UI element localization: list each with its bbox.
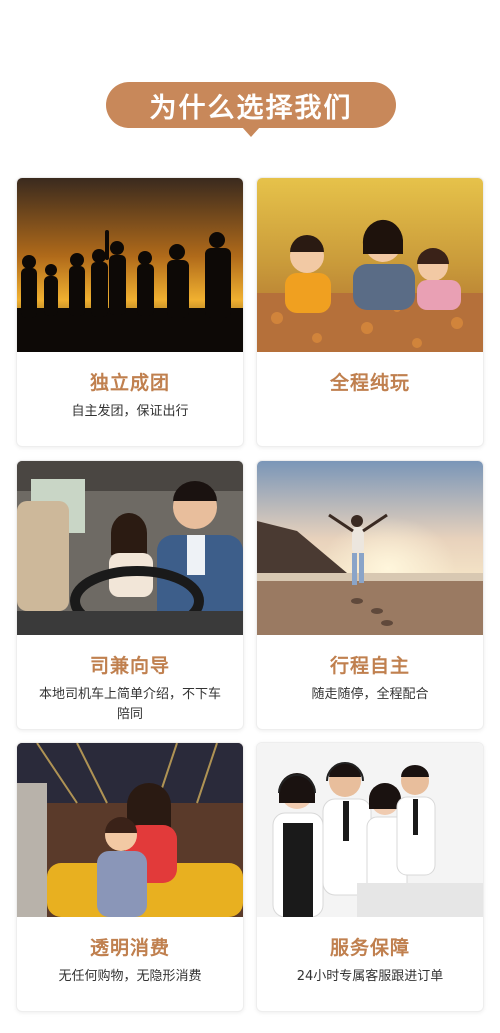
feature-title: 行程自主 [329, 655, 410, 677]
feature-card-self-itinerary[interactable]: 行程自主 随走随停，全程配合 [256, 460, 484, 730]
feature-title: 服务保障 [329, 937, 410, 959]
feature-description: 自主发团，保证出行 [71, 404, 189, 419]
feature-title: 全程纯玩 [329, 372, 410, 394]
feature-description: 本地司机车上简单介绍，不下车陪同 [38, 687, 221, 722]
feature-description: 24小时专属客服跟进订单 [296, 969, 444, 984]
feature-image-family-autumn [257, 178, 483, 352]
feature-card-service-guarantee[interactable]: 服务保障 24小时专属客服跟进订单 [256, 742, 484, 1012]
feature-title: 独立成团 [89, 372, 170, 394]
feature-card-driver-guide[interactable]: 司兼向导 本地司机车上简单介绍，不下车陪同 [16, 460, 244, 730]
feature-image-driver-car [17, 461, 243, 635]
feature-title: 透明消费 [89, 937, 170, 959]
feature-image-beach-sunrise [257, 461, 483, 635]
feature-image-amusement-ride [17, 743, 243, 917]
feature-image-customer-service [257, 743, 483, 917]
feature-title: 司兼向导 [89, 655, 170, 677]
feature-card-independent-group[interactable]: 独立成团 自主发团，保证出行 [16, 177, 244, 447]
feature-card-pure-play[interactable]: 全程纯玩 [256, 177, 484, 447]
section-header-badge: 为什么选择我们 [106, 82, 396, 137]
feature-description: 随走随停，全程配合 [311, 687, 429, 702]
feature-image-sunset-group [17, 178, 243, 352]
feature-card-transparent-spending[interactable]: 透明消费 无任何购物，无隐形消费 [16, 742, 244, 1012]
section-title: 为什么选择我们 [149, 92, 353, 124]
feature-description: 无任何购物，无隐形消费 [58, 969, 202, 984]
